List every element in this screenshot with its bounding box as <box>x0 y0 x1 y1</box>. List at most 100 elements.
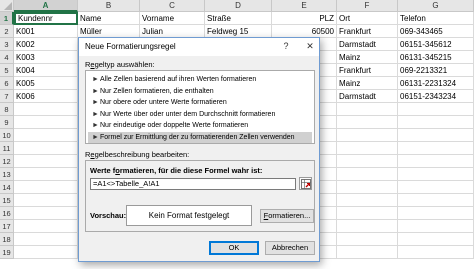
row-header-7[interactable]: 7 <box>0 90 14 103</box>
cell-g2[interactable]: 069-343465 <box>398 25 474 38</box>
row-header-12[interactable]: 12 <box>0 155 14 168</box>
row-header-3[interactable]: 3 <box>0 38 14 51</box>
row-header-19[interactable]: 19 <box>0 246 14 259</box>
cell-g3[interactable]: 06151-345612 <box>398 38 474 51</box>
cell-g17[interactable] <box>398 220 474 233</box>
row-header-8[interactable]: 8 <box>0 103 14 116</box>
cell-a18[interactable] <box>14 233 78 246</box>
cell-a4[interactable]: K003 <box>14 51 78 64</box>
cell-f9[interactable] <box>337 116 398 129</box>
cell-f15[interactable] <box>337 194 398 207</box>
column-header-f[interactable]: F <box>337 0 398 12</box>
cell-f10[interactable] <box>337 129 398 142</box>
cell-f14[interactable] <box>337 181 398 194</box>
cell-g7[interactable]: 06151-2343234 <box>398 90 474 103</box>
cell-f19[interactable] <box>337 246 398 259</box>
cell-c1[interactable]: Vorname <box>140 12 205 25</box>
cell-g1[interactable]: Telefon <box>398 12 474 25</box>
row-header-2[interactable]: 2 <box>0 25 14 38</box>
row-header-6[interactable]: 6 <box>0 77 14 90</box>
formula-input[interactable]: =A1<>Tabelle_A!A1 <box>90 178 296 190</box>
column-header-e[interactable]: E <box>272 0 337 12</box>
cell-a15[interactable] <box>14 194 78 207</box>
column-header-g[interactable]: G <box>398 0 474 12</box>
cell-a16[interactable] <box>14 207 78 220</box>
row-header-18[interactable]: 18 <box>0 233 14 246</box>
column-header-b[interactable]: B <box>78 0 140 12</box>
cell-a6[interactable]: K005 <box>14 77 78 90</box>
ok-button[interactable]: OK <box>209 241 259 255</box>
rule-type-item[interactable]: ►Formel zur Ermittlung der zu formatiere… <box>88 131 312 143</box>
cell-f11[interactable] <box>337 142 398 155</box>
cell-f5[interactable]: Frankfurt <box>337 64 398 77</box>
close-button[interactable]: ✕ <box>303 40 317 53</box>
cell-f7[interactable]: Darmstadt <box>337 90 398 103</box>
row-header-14[interactable]: 14 <box>0 181 14 194</box>
cell-a17[interactable] <box>14 220 78 233</box>
cell-g6[interactable]: 06131-2231324 <box>398 77 474 90</box>
row-header-10[interactable]: 10 <box>0 129 14 142</box>
rule-type-list[interactable]: ►Alle Zellen basierend auf ihren Werten … <box>85 70 315 144</box>
row-header-9[interactable]: 9 <box>0 116 14 129</box>
column-header-c[interactable]: C <box>140 0 205 12</box>
cell-a2[interactable]: K001 <box>14 25 78 38</box>
cell-g14[interactable] <box>398 181 474 194</box>
cell-a14[interactable] <box>14 181 78 194</box>
cancel-button[interactable]: Abbrechen <box>265 241 315 255</box>
column-header-a[interactable]: A <box>14 0 78 12</box>
cell-a12[interactable] <box>14 155 78 168</box>
cell-g8[interactable] <box>398 103 474 116</box>
cell-g19[interactable] <box>398 246 474 259</box>
rule-type-item[interactable]: ►Nur Zellen formatieren, die enthalten <box>88 86 312 97</box>
row-header-16[interactable]: 16 <box>0 207 14 220</box>
cell-f6[interactable]: Mainz <box>337 77 398 90</box>
cell-g10[interactable] <box>398 129 474 142</box>
cell-f13[interactable] <box>337 168 398 181</box>
help-button[interactable]: ? <box>279 40 293 53</box>
select-all-corner[interactable] <box>0 0 14 12</box>
cell-b1[interactable]: Name <box>78 12 140 25</box>
row-header-1[interactable]: 1 <box>0 12 14 25</box>
cell-a3[interactable]: K002 <box>14 38 78 51</box>
cell-f1[interactable]: Ort <box>337 12 398 25</box>
cell-a9[interactable] <box>14 116 78 129</box>
cell-g12[interactable] <box>398 155 474 168</box>
row-header-17[interactable]: 17 <box>0 220 14 233</box>
rule-type-item[interactable]: ►Nur Werte über oder unter dem Durchschn… <box>88 109 312 120</box>
row-header-4[interactable]: 4 <box>0 51 14 64</box>
cell-f12[interactable] <box>337 155 398 168</box>
cell-g13[interactable] <box>398 168 474 181</box>
cell-e1[interactable]: PLZ <box>272 12 337 25</box>
cell-g5[interactable]: 069-2213321 <box>398 64 474 77</box>
cell-f8[interactable] <box>337 103 398 116</box>
cell-a8[interactable] <box>14 103 78 116</box>
cell-a11[interactable] <box>14 142 78 155</box>
cell-a5[interactable]: K004 <box>14 64 78 77</box>
cell-a7[interactable]: K006 <box>14 90 78 103</box>
cell-f16[interactable] <box>337 207 398 220</box>
cell-d1[interactable]: Straße <box>205 12 272 25</box>
cell-g11[interactable] <box>398 142 474 155</box>
cell-f2[interactable]: Frankfurt <box>337 25 398 38</box>
cell-g4[interactable]: 06131-345215 <box>398 51 474 64</box>
row-header-13[interactable]: 13 <box>0 168 14 181</box>
rule-type-item[interactable]: ►Nur eindeutige oder doppelte Werte form… <box>88 120 312 131</box>
rule-type-item[interactable]: ►Nur obere oder untere Werte formatieren <box>88 97 312 108</box>
cell-g15[interactable] <box>398 194 474 207</box>
rule-type-item[interactable]: ►Alle Zellen basierend auf ihren Werten … <box>88 74 312 85</box>
format-button[interactable]: Formatieren... <box>260 209 314 223</box>
cell-g18[interactable] <box>398 233 474 246</box>
cell-g16[interactable] <box>398 207 474 220</box>
range-select-button[interactable] <box>299 177 312 190</box>
row-header-5[interactable]: 5 <box>0 64 14 77</box>
cell-a10[interactable] <box>14 129 78 142</box>
cell-a1[interactable]: Kundennr <box>14 12 78 25</box>
cell-f4[interactable]: Mainz <box>337 51 398 64</box>
cell-g9[interactable] <box>398 116 474 129</box>
cell-a13[interactable] <box>14 168 78 181</box>
cell-f17[interactable] <box>337 220 398 233</box>
cell-a19[interactable] <box>14 246 78 259</box>
column-header-d[interactable]: D <box>205 0 272 12</box>
row-header-15[interactable]: 15 <box>0 194 14 207</box>
cell-f18[interactable] <box>337 233 398 246</box>
